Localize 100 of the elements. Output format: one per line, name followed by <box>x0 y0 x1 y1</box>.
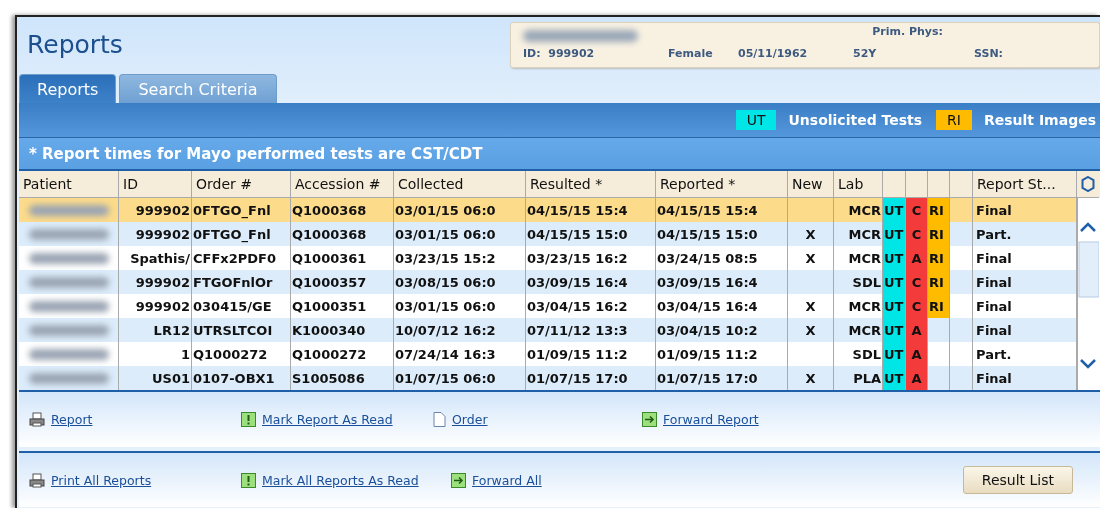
table-cell: 03/01/15 06:0 <box>395 202 496 218</box>
legend-label: Result Images <box>983 112 1096 128</box>
flag-text: C <box>911 298 922 314</box>
table-cell: LR12 <box>153 322 190 338</box>
table-row[interactable]: 999902 0FTGO_Fnl Q1000368 03/01/15 06:0 04/15/15 15:0 04/15/15 15:0 X MCR UT C RI Part. <box>19 222 1077 246</box>
action-link[interactable]: Forward All <box>472 472 542 488</box>
table-cell: CFFx2PDF0 <box>193 250 276 266</box>
table-cell: 999902 <box>135 226 190 242</box>
table-row[interactable]: 999902 FTGOFnlOr Q1000357 03/08/15 06:0 03/09/15 16:4 03/09/15 16:4 SDL UT C RI Final <box>19 270 1077 294</box>
table-cell: 030415/GE <box>193 298 272 314</box>
table-cell: 0FTGO_Fnl <box>193 202 271 218</box>
table-cell: 03/23/15 15:2 <box>395 250 496 266</box>
label-text: SSN: <box>973 47 1003 62</box>
document-icon <box>433 412 446 427</box>
table-cell: Q1000272 <box>193 346 268 362</box>
table-cell: X <box>805 226 816 242</box>
table-cell: MCR <box>848 298 881 314</box>
table-cell: Part. <box>976 226 1012 242</box>
table-cell: Q1000357 <box>292 274 367 290</box>
action-link[interactable]: Report <box>51 412 93 427</box>
hexagon-icon[interactable] <box>1081 176 1095 192</box>
table-cell: Final <box>976 250 1012 266</box>
flag-text: A <box>911 370 922 386</box>
action-link[interactable]: Mark Report As Read <box>262 412 393 427</box>
label-text: Prim. Phys: <box>871 25 943 40</box>
table-cell: 04/15/15 15:4 <box>657 202 758 218</box>
action-link[interactable]: Forward Report <box>663 412 759 427</box>
table-cell: S1005086 <box>292 370 365 386</box>
table-cell: X <box>805 322 816 338</box>
flag-text: A <box>911 346 922 362</box>
table-cell: Final <box>976 322 1012 338</box>
flag-text: A <box>911 322 922 338</box>
table-cell: 01/09/15 11:2 <box>527 346 628 362</box>
legend-swatch: RI <box>936 110 972 130</box>
action-link[interactable]: Order <box>452 412 488 427</box>
value-text: 52Y <box>853 47 878 62</box>
exclamation-icon <box>241 412 256 427</box>
table-cell: 07/11/12 13:3 <box>527 322 628 338</box>
table-cell: 03/04/15 10:2 <box>657 322 758 338</box>
legend-swatch: UT <box>735 110 777 130</box>
table-cell: 03/24/15 08:5 <box>657 250 758 266</box>
table-row[interactable]: LR12 UTRSLTCOI K1000340 10/07/12 16:2 07/11/12 13:3 03/04/15 10:2 X MCR UT A Final <box>19 318 1077 342</box>
flag-text: UT <box>884 322 904 338</box>
table-row[interactable]: 999902 030415/GE Q1000351 03/01/15 06:0 03/04/15 16:2 03/04/15 16:4 X MCR UT C RI Final <box>19 294 1077 318</box>
table-cell: Final <box>976 298 1012 314</box>
value-text: Female <box>668 47 714 62</box>
table-row[interactable]: US01 0107-OBX1 S1005086 01/07/15 06:0 01/07/15 17:0 01/07/15 17:0 X PLA UT A Final <box>19 366 1077 390</box>
table-cell: 03/04/15 16:2 <box>527 298 628 314</box>
table-cell: 0FTGO_Fnl <box>193 226 271 242</box>
table-row[interactable]: 1 Q1000272 Q1000272 07/24/14 16:3 01/09/15 11:2 01/09/15 11:2 SDL UT A Part. <box>19 342 1077 366</box>
legend-label: Unsolicited Tests <box>788 112 923 128</box>
forward-arrow-icon <box>642 412 657 427</box>
table-row[interactable]: 999902 0FTGO_Fnl Q1000368 03/01/15 06:0 04/15/15 15:4 04/15/15 15:4 MCR UT C RI Final <box>19 198 1077 222</box>
flag-text: UT <box>884 202 904 218</box>
value-text: 05/11/1962 <box>738 47 809 62</box>
table-cell: Part. <box>976 346 1012 362</box>
table-cell: SDL <box>852 274 881 290</box>
table-cell: 04/15/15 15:4 <box>527 202 628 218</box>
table-cell: X <box>805 370 816 386</box>
table-cell: SDL <box>852 346 881 362</box>
table-cell: FTGOFnlOr <box>193 274 273 290</box>
table-cell: 1 <box>180 346 190 362</box>
table-cell: 01/07/15 06:0 <box>395 370 496 386</box>
label-text: ID: <box>523 47 541 60</box>
table-cell: 01/07/15 17:0 <box>657 370 758 386</box>
table-cell: 03/01/15 06:0 <box>395 298 496 314</box>
table-cell: UTRSLTCOI <box>193 322 273 338</box>
table-row[interactable]: Spathis/ CFFx2PDF0 Q1000361 03/23/15 15:2 03/23/15 16:2 03/24/15 08:5 X MCR UT A RI Final <box>19 246 1077 270</box>
table-cell: 03/09/15 16:4 <box>527 274 628 290</box>
printer-icon <box>29 472 45 488</box>
table-cell: 0107-OBX1 <box>193 370 275 386</box>
table-cell: 03/23/15 16:2 <box>527 250 628 266</box>
flag-text: RI <box>929 202 944 218</box>
table-cell: 07/24/14 16:3 <box>395 346 496 362</box>
tab[interactable]: Reports <box>19 74 117 103</box>
table-cell: Final <box>976 202 1012 218</box>
flag-text: RI <box>929 226 944 242</box>
table-cell: 999902 <box>135 298 190 314</box>
value-text: 999902 <box>548 47 595 60</box>
action-link[interactable]: Print All Reports <box>51 472 152 488</box>
table-cell: 01/07/15 17:0 <box>527 370 628 386</box>
flag-text: C <box>911 202 922 218</box>
table-cell: PLA <box>853 370 881 386</box>
flag-text: RI <box>929 298 944 314</box>
table-cell: Final <box>976 274 1012 290</box>
table-cell: 999902 <box>135 274 190 290</box>
table-cell: MCR <box>848 322 881 338</box>
page-title: Reports <box>27 30 123 59</box>
flag-text: C <box>911 274 922 290</box>
table-cell: Q1000368 <box>292 202 367 218</box>
result-list-button[interactable]: Result List <box>962 466 1073 494</box>
table-cell: 01/09/15 11:2 <box>657 346 758 362</box>
table-cell: Final <box>976 370 1012 386</box>
action-link[interactable]: Mark All Reports As Read <box>262 472 419 488</box>
table-cell: X <box>805 298 816 314</box>
table-cell: 999902 <box>135 202 190 218</box>
flag-text: RI <box>929 250 944 266</box>
flag-text: UT <box>884 370 904 386</box>
flag-text: UT <box>884 226 904 242</box>
table-cell: 03/09/15 16:4 <box>657 274 758 290</box>
